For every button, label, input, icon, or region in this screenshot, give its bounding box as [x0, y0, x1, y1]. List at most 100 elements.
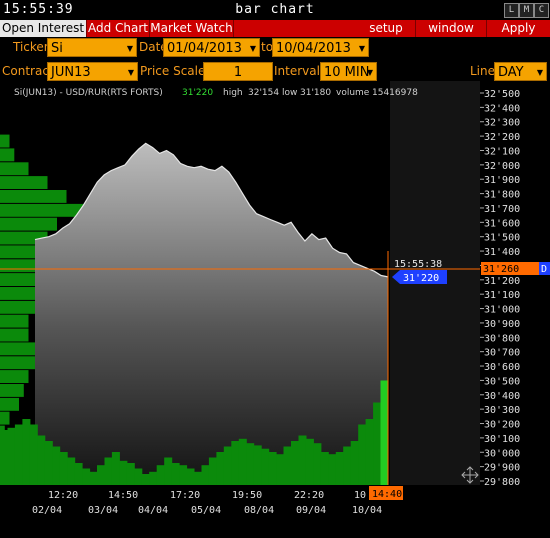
volume-bar	[29, 424, 38, 485]
ticker-select[interactable]: Si ▼	[47, 38, 137, 57]
high-label: high	[223, 88, 243, 98]
contract-select[interactable]: JUN13 ▼	[47, 62, 138, 81]
y-tick-label: 31'600	[484, 218, 520, 229]
y-tick-label: 31'500	[484, 233, 520, 244]
y-tick-label: 30'300	[484, 405, 520, 416]
x-date-tick: 05/04	[191, 505, 221, 516]
window-title: bar chart	[235, 2, 315, 17]
title-bar: 15:55:39 bar chart L M C	[0, 0, 550, 21]
y-tick-label: 31'100	[484, 290, 520, 301]
volume-bar	[291, 441, 299, 485]
volume-bar	[261, 448, 270, 485]
volume-bar	[208, 457, 217, 485]
x-axis-svg: 12:20 14:50 17:20 19:50 22:20 10 02/04 03/04 04/…	[32, 486, 403, 516]
x-date-tick: 08/04	[244, 505, 274, 516]
volume-profile-bar	[0, 314, 29, 328]
chart-area[interactable]: 32'500 32'400 32'300 32'200 32'100 32'000 31'9…	[0, 81, 550, 488]
y-tick-label: 32'000	[484, 161, 520, 172]
date-from-select[interactable]: 01/04/2013 ▼	[163, 38, 260, 57]
chevron-down-icon: ▼	[536, 68, 543, 77]
volume-bar	[328, 454, 337, 485]
volume-bar	[164, 457, 173, 485]
volume-profile-bar	[0, 356, 38, 370]
ticker-label: Ticker	[13, 40, 49, 54]
volume-bar	[231, 441, 240, 485]
volume-bar	[134, 468, 143, 485]
line-price-suffix: D	[541, 264, 547, 275]
volume-bar	[246, 443, 255, 485]
window-button-c[interactable]: C	[534, 3, 549, 18]
volume-bar	[253, 445, 262, 485]
y-tick-label: 31'200	[484, 276, 520, 287]
x-time-tick: 12:20	[48, 490, 78, 501]
chart-title: Si(JUN13) - USD/RUR(RTS FORTS)	[14, 88, 163, 98]
x-time-tick: 17:20	[170, 490, 200, 501]
line-value: DAY	[498, 65, 524, 80]
price-scale-input[interactable]: 1	[203, 62, 273, 81]
volume-bar	[305, 438, 314, 485]
volume-profile-bar	[0, 148, 15, 162]
volume-bar	[104, 457, 113, 485]
volume-bar	[37, 435, 46, 485]
date-from-value: 01/04/2013	[167, 41, 242, 56]
interval-value: 10 MIN	[324, 65, 370, 80]
x-highlight-tick: 14:40	[372, 489, 402, 500]
y-tick-label: 30'800	[484, 333, 520, 344]
date-to-select[interactable]: 10/04/2013 ▼	[272, 38, 369, 57]
chevron-down-icon: ▼	[358, 44, 365, 53]
y-tick-label: 32'500	[484, 89, 520, 100]
volume-bar	[320, 452, 329, 485]
menu-open-interest[interactable]: Open Interest	[0, 20, 87, 37]
y-tick-label: 30'900	[484, 319, 520, 330]
volume-bar	[126, 463, 135, 485]
volume-value: 15416978	[372, 88, 418, 98]
volume-bar	[283, 446, 292, 485]
volume-bar	[335, 452, 344, 485]
menu-window[interactable]: window	[416, 20, 487, 37]
volume-bar	[89, 471, 98, 485]
y-tick-label: 30'400	[484, 391, 520, 402]
volume-bar	[7, 427, 16, 485]
volume-profile-bar	[0, 411, 10, 425]
volume-bar	[52, 446, 61, 485]
volume-bar	[156, 465, 165, 485]
apply-button[interactable]: Apply	[487, 20, 550, 37]
volume-bar	[111, 452, 120, 485]
volume-bar	[194, 471, 202, 485]
y-tick-label: 32'400	[484, 103, 520, 114]
chevron-down-icon: ▼	[249, 44, 256, 53]
volume-bar	[149, 471, 158, 485]
volume-profile-bar	[0, 384, 24, 397]
volume-profile-bar	[0, 300, 38, 314]
line-price-tag: 31'260	[483, 264, 519, 275]
volume-bar	[238, 438, 247, 485]
volume-bar	[14, 424, 23, 485]
chart-svg[interactable]: 32'500 32'400 32'300 32'200 32'100 32'000 31'9…	[0, 81, 550, 488]
window-button-m[interactable]: M	[519, 3, 534, 18]
y-tick-label: 31'000	[484, 305, 520, 316]
volume-profile-bar	[0, 203, 86, 217]
menu-market-watch[interactable]: Market Watch	[150, 20, 234, 37]
last-price: 31'220	[182, 88, 213, 98]
menu-setup[interactable]: setup	[357, 20, 416, 37]
volume-profile-bar	[0, 217, 57, 231]
volume-bar	[59, 452, 68, 485]
price-area	[35, 143, 388, 482]
volume-bar	[119, 460, 128, 485]
x-axis: 12:20 14:50 17:20 19:50 22:20 10 02/04 03/04 04/…	[0, 486, 480, 534]
line-select[interactable]: DAY ▼	[494, 62, 547, 81]
y-tick-label: 30'000	[484, 448, 520, 459]
contract-label: Contract	[2, 64, 54, 78]
y-tick-label: 29'900	[484, 463, 520, 474]
menu-add-chart[interactable]: Add Chart	[87, 20, 150, 37]
window-button-l[interactable]: L	[504, 3, 519, 18]
price-scale-label: Price Scale	[140, 64, 206, 78]
volume-bar	[82, 468, 91, 485]
interval-label: Interval	[274, 64, 320, 78]
chevron-down-icon: ▼	[126, 44, 133, 53]
interval-select[interactable]: 10 MIN ▼	[320, 62, 377, 81]
x-date-tick: 04/04	[138, 505, 168, 516]
x-date-tick: 03/04	[88, 505, 118, 516]
contract-value: JUN13	[51, 65, 91, 80]
volume-bar	[350, 441, 359, 485]
